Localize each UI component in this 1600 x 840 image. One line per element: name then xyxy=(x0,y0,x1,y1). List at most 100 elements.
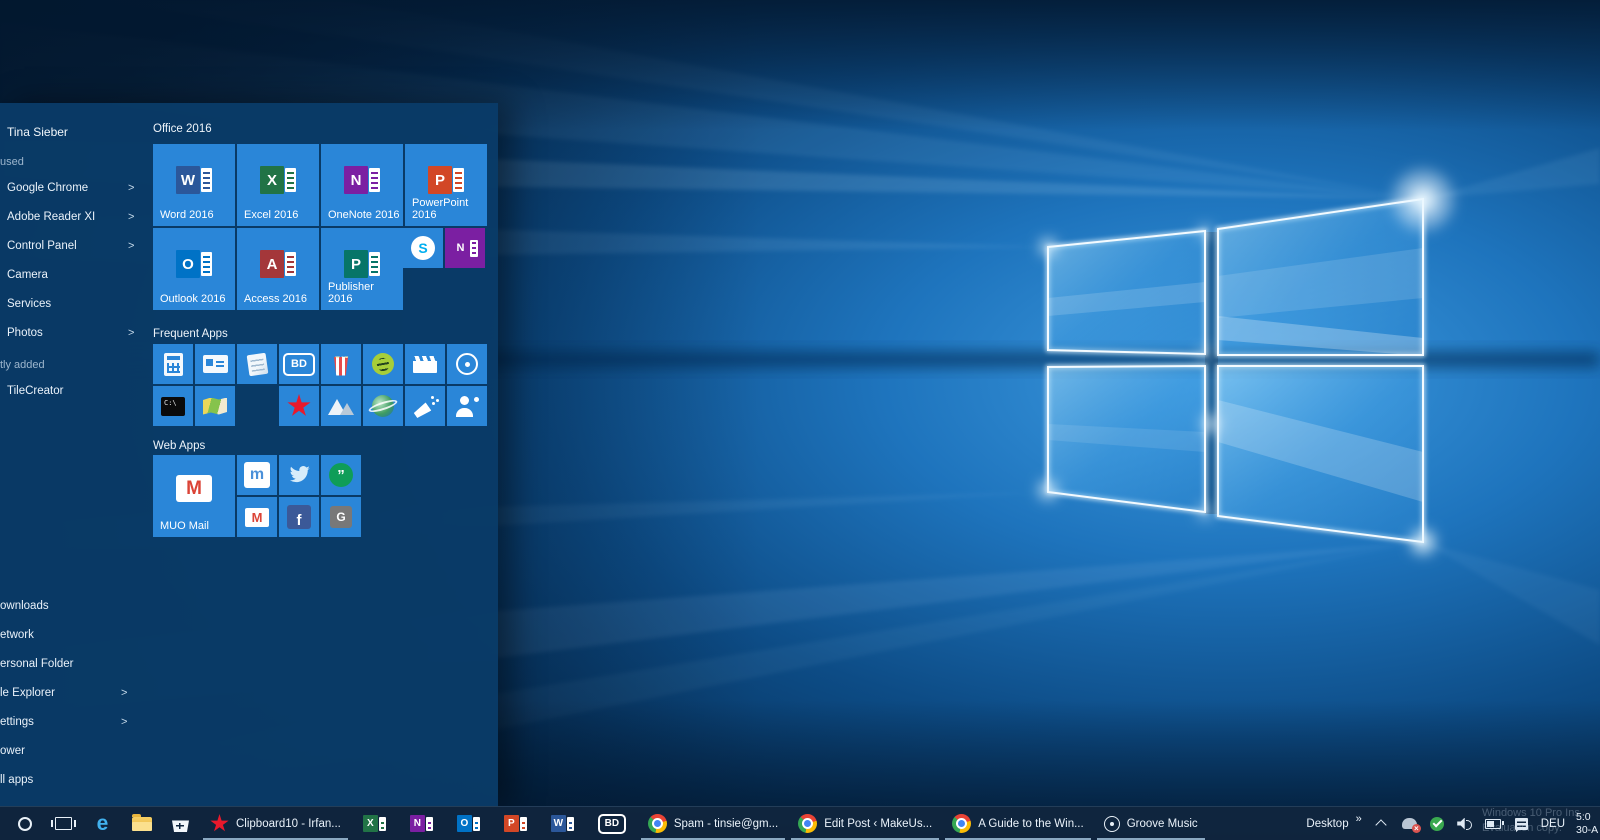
menu-item-label: ll apps xyxy=(0,774,33,786)
notepad-icon xyxy=(246,352,268,375)
tile-gmail[interactable]: M xyxy=(237,497,277,537)
makeuseof-icon: m xyxy=(244,462,270,488)
tile-groove-music[interactable] xyxy=(447,344,487,384)
menu-item-label: le Explorer xyxy=(0,687,55,699)
search-button[interactable] xyxy=(5,807,44,840)
task-view-button[interactable] xyxy=(44,807,83,840)
taskbar-button-word[interactable]: W xyxy=(539,807,586,840)
file-explorer-button[interactable] xyxy=(122,807,161,840)
twitter-bird-icon xyxy=(288,466,310,484)
menu-item-tilecreator[interactable]: TileCreator xyxy=(7,385,141,397)
desktop-toolbar-label[interactable]: Desktop xyxy=(1306,818,1348,830)
menu-item-label: Control Panel xyxy=(7,240,77,252)
tile-irfanview[interactable] xyxy=(279,386,319,426)
chevron-right-icon[interactable]: > xyxy=(128,240,134,252)
tile-google[interactable]: G xyxy=(321,497,361,537)
tile-calculator[interactable] xyxy=(153,344,193,384)
clock[interactable]: 5:0 30-A xyxy=(1576,811,1600,836)
tile-label: Excel 2016 xyxy=(244,209,317,221)
tile-hangouts[interactable]: ” xyxy=(321,455,361,495)
tile-bitdefender[interactable]: BD xyxy=(279,344,319,384)
sync-error-tray-icon[interactable] xyxy=(1401,813,1418,835)
groove-icon xyxy=(1104,816,1120,832)
menu-item-all-apps[interactable]: ll apps xyxy=(0,774,134,786)
taskbar-button-powerpoint[interactable]: P xyxy=(492,807,539,840)
tile-people[interactable] xyxy=(447,386,487,426)
tile-torch-app[interactable] xyxy=(405,386,445,426)
tile-onenote-small[interactable]: N xyxy=(445,228,485,268)
irfanview-icon xyxy=(287,394,311,418)
chrome-icon xyxy=(952,814,971,833)
bitdefender-icon: BD xyxy=(598,814,626,834)
tile-muo-mail[interactable]: M MUO Mail xyxy=(153,455,235,537)
facebook-icon: f xyxy=(287,505,311,529)
menu-item-control-panel[interactable]: Control Panel > xyxy=(7,240,141,252)
edge-button[interactable]: e xyxy=(83,807,122,840)
tile-powerpoint-2016[interactable]: P PowerPoint 2016 xyxy=(405,144,487,226)
show-hidden-icons-button[interactable] xyxy=(1373,813,1390,835)
tile-access-2016[interactable]: A Access 2016 xyxy=(237,228,319,310)
calculator-icon xyxy=(164,353,183,376)
taskbar-button-outlook[interactable]: O xyxy=(445,807,492,840)
toolbar-overflow-chevrons[interactable]: » xyxy=(1356,813,1362,825)
menu-item-google-chrome[interactable]: Google Chrome > xyxy=(7,182,141,194)
bitdefender-icon: BD xyxy=(283,353,315,376)
tile-command-prompt[interactable]: C:\ xyxy=(153,386,193,426)
menu-item-downloads[interactable]: ownloads xyxy=(0,600,134,612)
tile-popcorn-time[interactable] xyxy=(321,344,361,384)
tile-notepad[interactable] xyxy=(237,344,277,384)
chevron-right-icon[interactable]: > xyxy=(128,327,134,339)
word-icon: W xyxy=(176,166,212,194)
menu-item-settings[interactable]: ettings > xyxy=(0,716,134,728)
tile-publisher-2016[interactable]: P Publisher 2016 xyxy=(321,228,403,310)
green-status-tray-icon[interactable] xyxy=(1429,813,1446,835)
tile-makeuseof[interactable]: m xyxy=(237,455,277,495)
word-icon: W xyxy=(551,815,574,832)
tile-outlook-2016[interactable]: O Outlook 2016 xyxy=(153,228,235,310)
menu-item-power[interactable]: ower xyxy=(0,745,134,757)
tile-mountain-app[interactable] xyxy=(321,386,361,426)
store-button[interactable] xyxy=(161,807,200,840)
taskbar-button-onenote[interactable]: N xyxy=(398,807,445,840)
tile-twitter[interactable] xyxy=(279,455,319,495)
taskbar-button-irfanview[interactable]: Clipboard10 - Irfan... xyxy=(200,807,351,840)
menu-item-network[interactable]: etwork xyxy=(0,629,134,641)
menu-item-camera[interactable]: Camera xyxy=(7,269,141,281)
chevron-right-icon[interactable]: > xyxy=(121,716,127,728)
menu-item-personal-folder[interactable]: ersonal Folder xyxy=(0,658,134,670)
tile-facebook[interactable]: f xyxy=(279,497,319,537)
tile-movies-tv[interactable] xyxy=(405,344,445,384)
tile-skype[interactable]: S xyxy=(403,228,443,268)
action-center-button[interactable] xyxy=(1513,813,1530,835)
user-account-button[interactable]: Tina Sieber xyxy=(7,125,68,139)
powerpoint-icon: P xyxy=(428,166,464,194)
taskbar-button-groove[interactable]: Groove Music xyxy=(1094,807,1208,840)
chevron-right-icon[interactable]: > xyxy=(128,211,134,223)
battery-tray-icon[interactable] xyxy=(1485,813,1502,835)
taskbar-button-chrome-guide[interactable]: A Guide to the Win... xyxy=(942,807,1093,840)
menu-item-label: Services xyxy=(7,298,51,310)
system-tray: Desktop » DEU 5:0 30-A xyxy=(1306,807,1600,840)
menu-item-photos[interactable]: Photos > xyxy=(7,327,141,339)
tile-globe-app[interactable] xyxy=(363,386,403,426)
tile-word-2016[interactable]: W Word 2016 xyxy=(153,144,235,226)
tile-excel-2016[interactable]: X Excel 2016 xyxy=(237,144,319,226)
tile-contacts[interactable] xyxy=(195,344,235,384)
people-icon xyxy=(454,395,480,417)
taskbar-button-excel[interactable]: X xyxy=(351,807,398,840)
language-indicator[interactable]: DEU xyxy=(1541,818,1565,830)
taskbar-button-bitdefender[interactable]: BD xyxy=(586,807,638,840)
menu-item-file-explorer[interactable]: le Explorer > xyxy=(0,687,134,699)
tile-spotify[interactable] xyxy=(363,344,403,384)
taskbar-button-chrome-edit-post[interactable]: Edit Post ‹ MakeUs... xyxy=(788,807,942,840)
chevron-right-icon[interactable]: > xyxy=(128,182,134,194)
window-title: Edit Post ‹ MakeUs... xyxy=(824,818,932,830)
tile-maps[interactable] xyxy=(195,386,235,426)
onenote-icon: N xyxy=(410,815,433,832)
menu-item-services[interactable]: Services xyxy=(7,298,141,310)
taskbar-button-chrome-spam[interactable]: Spam - tinsie@gm... xyxy=(638,807,788,840)
menu-item-adobe-reader[interactable]: Adobe Reader XI > xyxy=(7,211,141,223)
volume-tray-icon[interactable] xyxy=(1457,813,1474,835)
tile-onenote-2016[interactable]: N OneNote 2016 xyxy=(321,144,403,226)
chevron-right-icon[interactable]: > xyxy=(121,687,127,699)
